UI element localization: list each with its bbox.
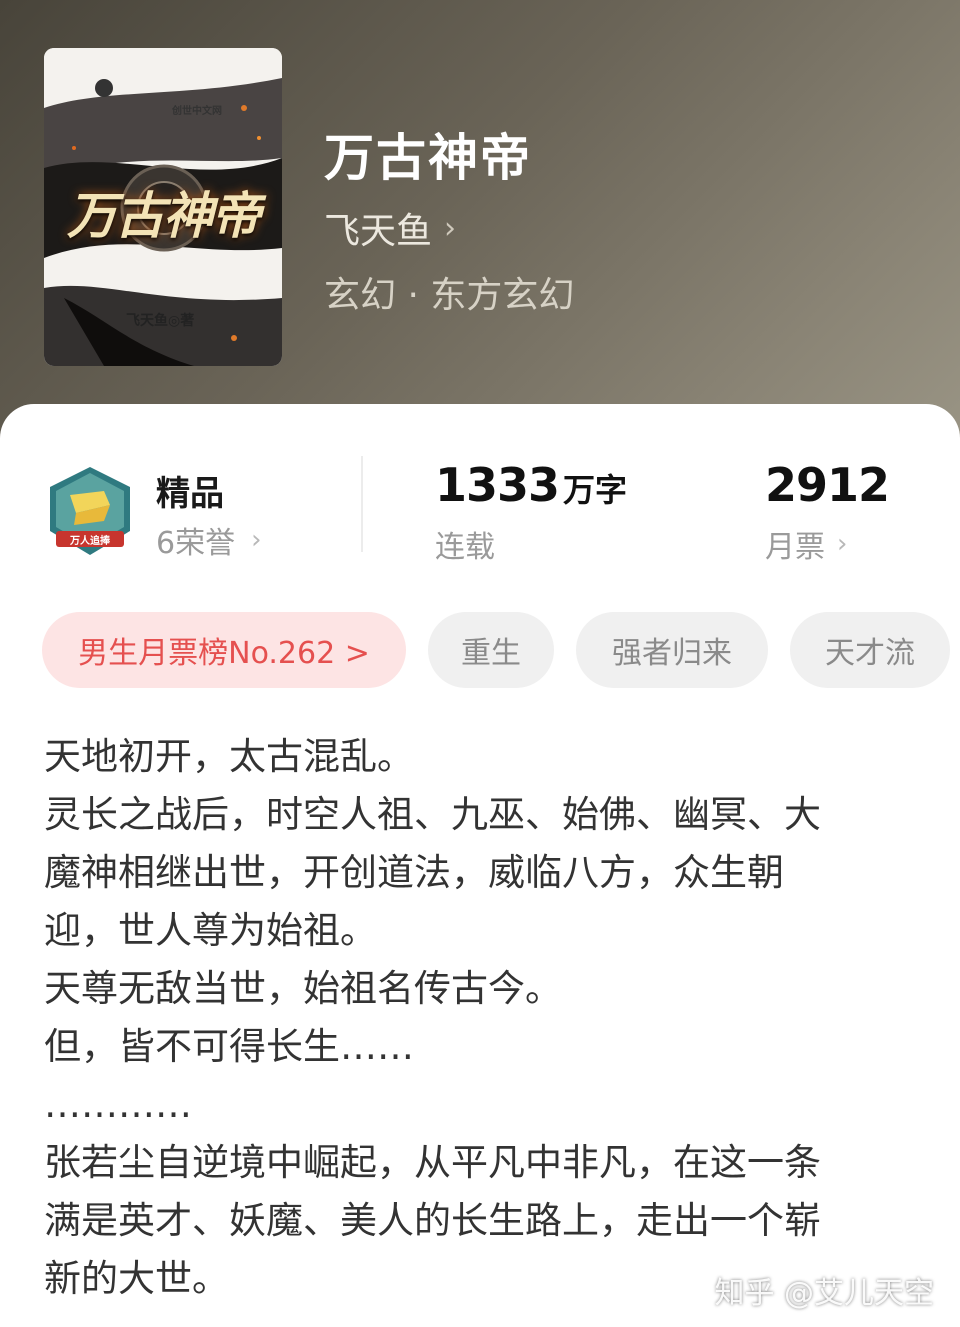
synopsis-line: 张若尘自逆境中崛起，从平凡中非凡，在这一条 [44, 1141, 821, 1184]
tag-item[interactable]: 重生 [428, 612, 554, 688]
monthly-votes-label: 月票 [765, 530, 825, 565]
honor-count: 6荣誉 [156, 526, 236, 561]
synopsis-line: 迎，世人尊为始祖。 [44, 909, 377, 952]
synopsis-line: 灵长之战后，时空人祖、九巫、始佛、幽冥、大 [44, 793, 821, 836]
synopsis-line: 魔神相继出世，开创道法，威临八方，众生朝 [44, 851, 784, 894]
watermark: 知乎 @艾儿天空 [714, 1276, 934, 1311]
chevron-right-icon: › [251, 525, 262, 555]
serial-status: 连载 [435, 530, 495, 565]
tier-label: 精品 [156, 474, 224, 514]
word-count-number: 1333 [435, 458, 560, 512]
word-count-unit: 万字 [563, 471, 628, 509]
synopsis-line: ………… [44, 1083, 192, 1126]
author-name: 飞天鱼 [324, 211, 433, 252]
cover-author: 飞天鱼◎著 [126, 313, 195, 329]
cover-title: 万古神帝 [67, 186, 261, 245]
tag-item[interactable]: 天才流 [790, 612, 950, 688]
genre-label: 玄幻 · 东方玄幻 [324, 275, 575, 316]
rank-tag[interactable]: 男生月票榜No.262 > [42, 612, 406, 688]
synopsis-line: 天地初开，太古混乱。 [44, 735, 414, 778]
chevron-right-icon: › [837, 529, 848, 559]
monthly-votes-link[interactable]: 月票 › [765, 522, 847, 566]
honor-link[interactable]: 6荣誉 › [156, 518, 262, 562]
chevron-right-icon: › [444, 210, 457, 246]
book-title: 万古神帝 [324, 128, 532, 187]
synopsis-line: 天尊无敌当世，始祖名传古今。 [44, 967, 562, 1010]
book-cover[interactable]: 创世中文网 万古神帝 飞天鱼◎著 [44, 48, 282, 366]
tag-list: 男生月票榜No.262 > 重生 强者归来 天才流 [42, 612, 950, 688]
stat-divider [361, 456, 363, 552]
monthly-votes-count: 2912 [765, 458, 890, 512]
cover-publisher-logo: 创世中文网 [172, 106, 222, 117]
badge-caption: 万人追捧 [70, 536, 110, 547]
synopsis-line: 但，皆不可得长生…… [44, 1025, 414, 1068]
tag-item[interactable]: 强者归来 [576, 612, 768, 688]
author-link[interactable]: 飞天鱼 › [324, 202, 456, 254]
word-count: 1333 万字 [435, 458, 627, 512]
synopsis-line: 满是英才、妖魔、美人的长生路上，走出一个崭 [44, 1199, 821, 1242]
synopsis[interactable]: 天地初开，太古混乱。 灵长之战后，时空人祖、九巫、始佛、幽冥、大 魔神相继出世，… [44, 728, 904, 1308]
